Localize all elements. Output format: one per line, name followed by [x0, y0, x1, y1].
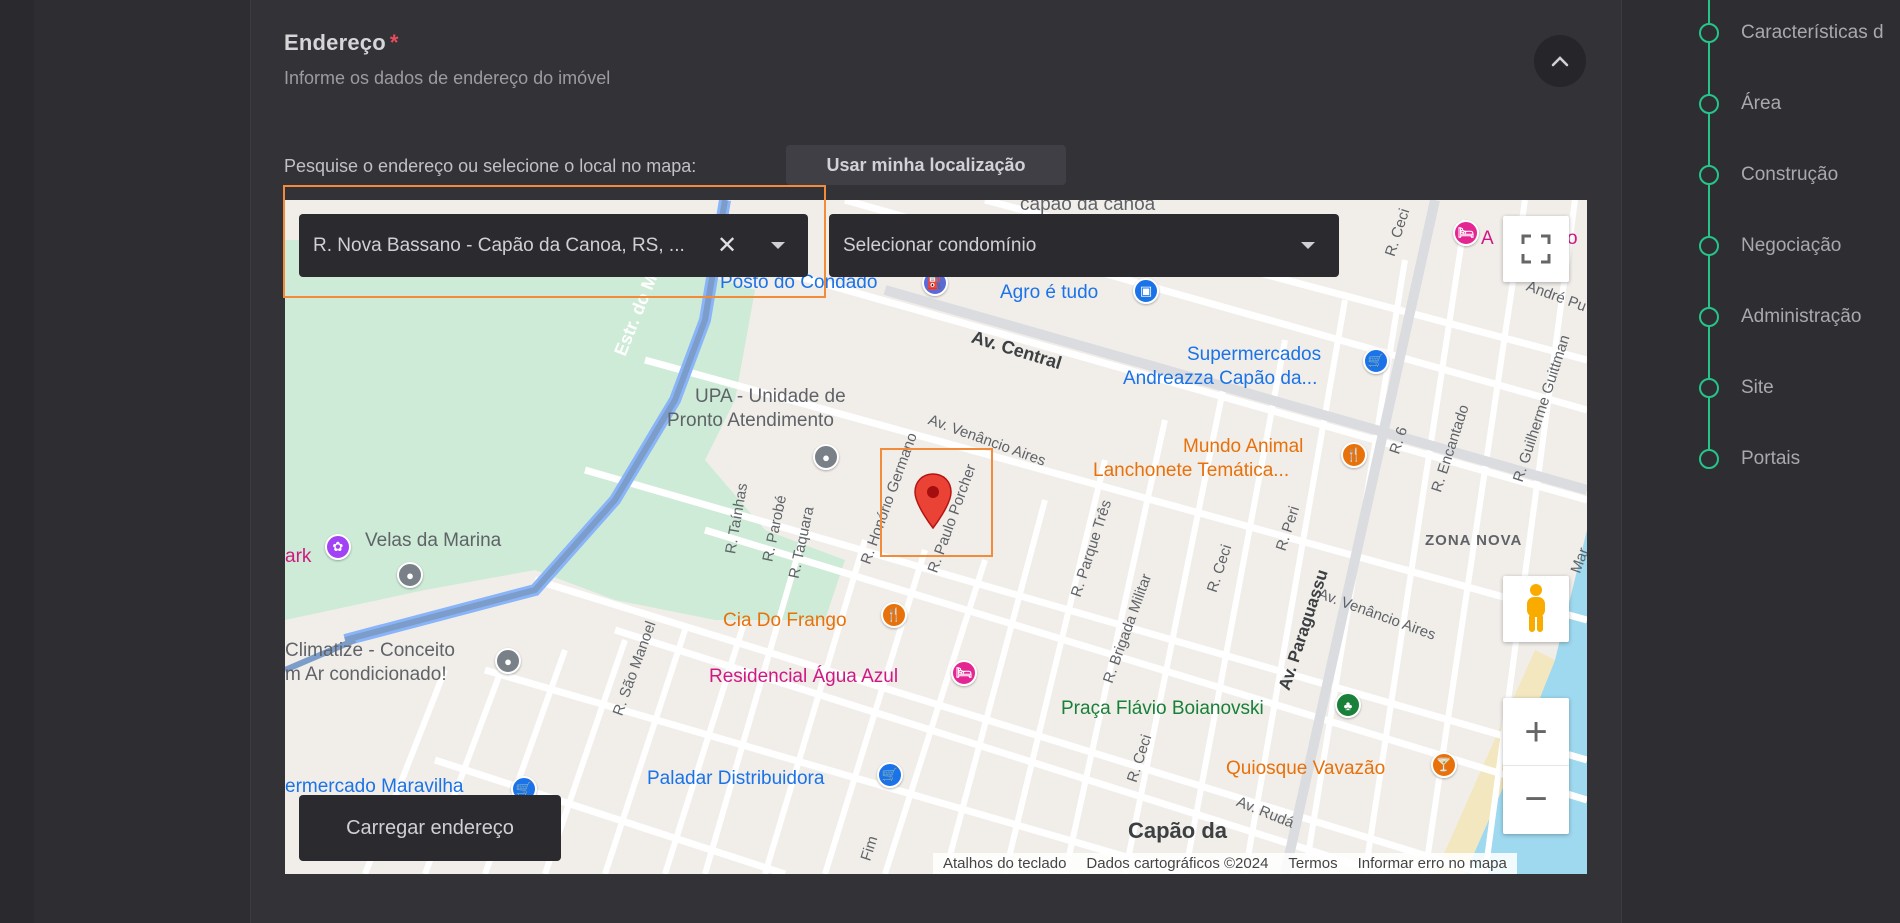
step-label: Negociação	[1741, 235, 1842, 256]
step-label: Construção	[1741, 164, 1839, 185]
marina-icon[interactable]: ●	[397, 562, 423, 588]
step-label: Administração	[1741, 306, 1862, 327]
park-icon[interactable]: ♣	[1335, 692, 1361, 718]
step-dot	[1699, 23, 1719, 43]
step-dot	[1699, 449, 1719, 469]
highlight-pin-box	[880, 448, 993, 557]
step-site[interactable]: Site	[1699, 377, 1774, 399]
street-view-button[interactable]	[1503, 576, 1569, 642]
page-root: Endereço * Informe os dados de endereço d…	[0, 0, 1900, 923]
condominium-placeholder: Selecionar condomínio	[843, 234, 1037, 256]
step-dot	[1699, 307, 1719, 327]
park-poi-icon[interactable]: ✿	[325, 534, 351, 560]
map-label-agro[interactable]: Agro é tudo	[1000, 282, 1098, 304]
map-label-zona-nova: ZONA NOVA	[1425, 532, 1523, 549]
chevron-up-icon	[1551, 56, 1569, 67]
step-caracteristicas[interactable]: Características d	[1699, 22, 1884, 44]
left-gutter	[0, 0, 34, 923]
use-location-button[interactable]: Usar minha localização	[786, 145, 1066, 185]
hotel-icon-2[interactable]: 🛏	[1453, 220, 1479, 246]
map-label-velas[interactable]: Velas da Marina	[365, 530, 501, 552]
map-label-climatize-1[interactable]: Climatize - Conceito	[285, 640, 455, 662]
map-label-climatize-2[interactable]: m Ar condicionado!	[285, 664, 447, 686]
section-title: Endereço *	[284, 30, 399, 56]
map-label-lanchonete[interactable]: Lanchonete Temática...	[1093, 460, 1289, 482]
bar-icon[interactable]: 🍸	[1431, 752, 1457, 778]
step-construcao[interactable]: Construção	[1699, 164, 1838, 186]
load-address-button[interactable]: Carregar endereço	[299, 795, 561, 861]
step-dot	[1699, 378, 1719, 398]
restaurant-icon-2[interactable]: 🍴	[881, 602, 907, 628]
shopping-cart-icon-2[interactable]: 🛒	[877, 762, 903, 788]
step-label: Site	[1741, 377, 1774, 398]
pegman-icon	[1527, 584, 1545, 632]
map-label-supermercados[interactable]: Supermercados	[1187, 344, 1321, 366]
map-label-ark: ark	[285, 546, 312, 567]
map-label-hotel-a: A	[1481, 228, 1494, 249]
step-label: Área	[1741, 93, 1782, 114]
hospital-icon[interactable]: ●	[813, 444, 839, 470]
map-label-quiosque[interactable]: Quiosque Vavazão	[1226, 758, 1385, 780]
map-label-andreazza[interactable]: Andreazza Capão da...	[1123, 368, 1317, 390]
section-subtitle: Informe os dados de endereço do imóvel	[284, 68, 611, 88]
map-label-upa-2[interactable]: Pronto Atendimento	[667, 410, 834, 432]
step-negociacao[interactable]: Negociação	[1699, 235, 1841, 257]
search-label: Pesquise o endereço ou selecione o local…	[284, 156, 697, 176]
restaurant-icon[interactable]: 🍴	[1341, 442, 1367, 468]
service-icon[interactable]: ●	[495, 648, 521, 674]
section-title-text: Endereço	[284, 30, 386, 55]
step-label: Características d	[1741, 22, 1884, 43]
report-error-link[interactable]: Informar erro no mapa	[1358, 855, 1507, 872]
condominium-select[interactable]: Selecionar condomínio	[829, 214, 1339, 277]
step-administracao[interactable]: Administração	[1699, 306, 1861, 328]
step-label: Portais	[1741, 448, 1801, 469]
shopping-cart-icon[interactable]: 🛒	[1363, 348, 1389, 374]
map-data-text: Dados cartográficos ©2024	[1086, 855, 1269, 872]
terms-link[interactable]: Termos	[1288, 855, 1337, 872]
hotel-icon[interactable]: 🛏	[951, 660, 977, 686]
fullscreen-button[interactable]	[1503, 216, 1569, 282]
step-dot	[1699, 236, 1719, 256]
required-mark: *	[389, 30, 399, 55]
map-label-mundo-animal[interactable]: Mundo Animal	[1183, 436, 1303, 458]
zoom-in-button[interactable]: +	[1503, 699, 1569, 766]
fullscreen-icon	[1521, 234, 1551, 264]
zoom-control: + −	[1503, 698, 1569, 834]
map-label-upa-1[interactable]: UPA - Unidade de	[695, 386, 846, 408]
map-attribution: Atalhos do teclado Dados cartográficos ©…	[933, 853, 1517, 874]
map-label-paladar[interactable]: Paladar Distribuidora	[647, 768, 824, 790]
store-icon[interactable]: ▣	[1133, 278, 1159, 304]
chevron-down-icon-condo[interactable]	[1301, 242, 1315, 249]
step-dot	[1699, 94, 1719, 114]
map-label-residencial[interactable]: Residencial Água Azul	[709, 666, 898, 688]
highlight-search-box	[283, 185, 826, 298]
zoom-out-button[interactable]: −	[1503, 766, 1569, 833]
step-portais[interactable]: Portais	[1699, 448, 1800, 470]
map-label-capao-da: Capão da	[1128, 818, 1228, 843]
keyboard-shortcuts-link[interactable]: Atalhos do teclado	[943, 855, 1066, 872]
step-area[interactable]: Área	[1699, 93, 1781, 115]
collapse-button[interactable]	[1534, 35, 1586, 87]
step-dot	[1699, 165, 1719, 185]
map-label-praca[interactable]: Praça Flávio Boianovski	[1061, 698, 1264, 720]
map-label-cia-do-frango[interactable]: Cia Do Frango	[723, 610, 847, 632]
main-panel	[34, 0, 250, 923]
